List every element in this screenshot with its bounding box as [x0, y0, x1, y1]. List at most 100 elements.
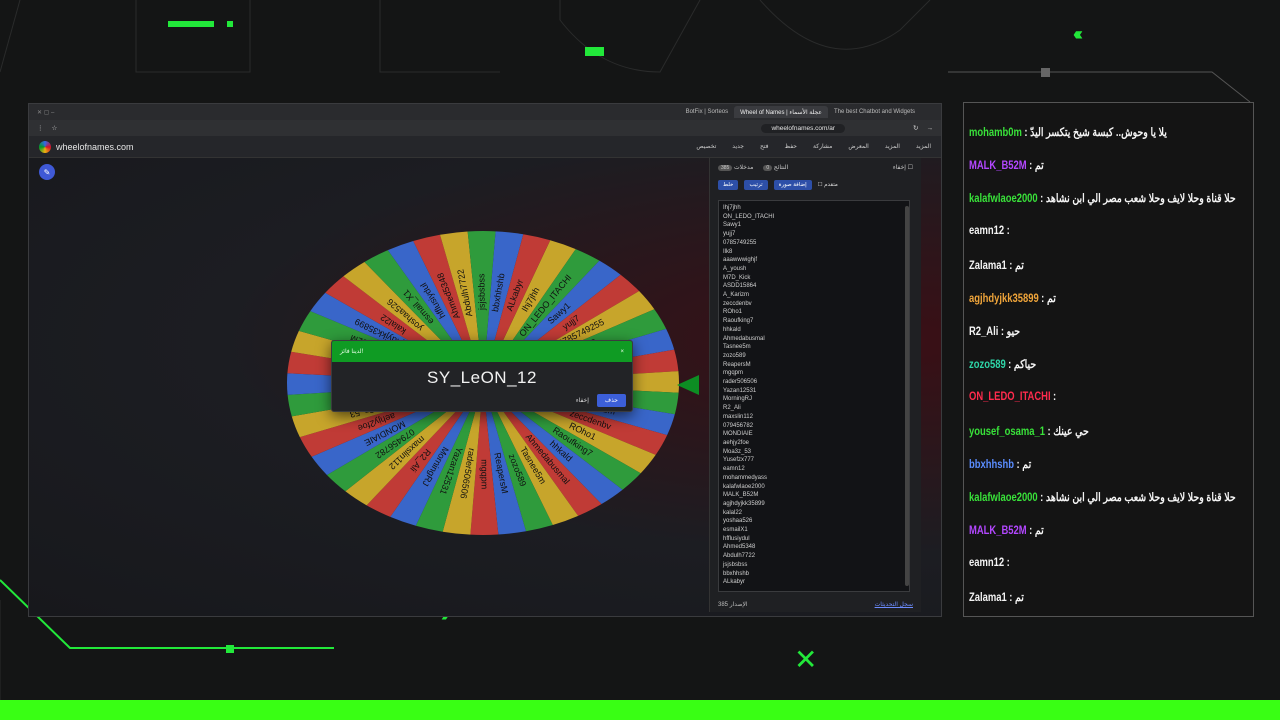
tab-label: The best Chatbot and Widgets	[833, 109, 915, 115]
decor-dot	[227, 21, 233, 27]
hide-toggle[interactable]: إخفاء ☐	[893, 164, 913, 171]
menu-item[interactable]: فتح	[760, 143, 769, 150]
entry-item: M7D_Kick	[723, 274, 751, 281]
entry-item: Raoufking7	[723, 318, 754, 325]
menu-item[interactable]: تخصيص	[696, 143, 716, 150]
entry-item: ASDD15864	[723, 283, 757, 290]
tab-entries[interactable]: 385 مدخلات	[718, 164, 753, 171]
chat-separator: :	[1006, 556, 1010, 569]
bottom-accent-bar	[0, 700, 1280, 720]
chat-message: Zalama1: تم	[969, 590, 1024, 604]
delete-button[interactable]: حذف	[596, 394, 626, 407]
entry-item: maxslin112	[723, 413, 753, 420]
chat-text: يلا يا وحوش.. كبسة شيخ يتكسر اليدّ	[1030, 127, 1167, 139]
entry-item: ReapersM	[723, 361, 751, 368]
add-image-button[interactable]: إضافة صورة	[773, 180, 812, 190]
entry-item: A_yoush	[723, 265, 747, 272]
winner-dialog: لدينا فائز! × SY_LeON_12 إخفاء حذف	[331, 340, 633, 412]
chat-username: Zalama1	[969, 259, 1007, 272]
entry-item: Abdulh7722	[723, 553, 756, 560]
tab-label: Wheel of Names | عجلة الأسماء	[740, 109, 822, 116]
entry-item: R2_Ali	[723, 405, 741, 412]
chat-text: تم	[1022, 459, 1032, 471]
sort-button[interactable]: ترتيب	[744, 180, 768, 190]
chat-text: حيو	[1006, 326, 1021, 339]
chat-message: mohamb0m: يلا يا وحوش.. كبسة شيخ يتكسر ا…	[969, 125, 1167, 139]
forward-icon[interactable]: →	[927, 125, 934, 132]
menu-item[interactable]: المزيد	[916, 143, 931, 150]
changelog-link[interactable]: سجل التحديثات	[875, 601, 913, 608]
entry-item: yujj7	[723, 231, 736, 238]
chat-text: حلا قناة وحلا لايف وحلا شعب مصر الي ابن …	[1045, 193, 1236, 206]
chat-username: zozo589	[969, 359, 1006, 372]
menu-item[interactable]: مشاركة	[813, 143, 832, 150]
chat-username: kalafwlaoe2000	[969, 193, 1038, 206]
chat-username: eamn12	[969, 556, 1005, 569]
menu-item[interactable]: حفظ	[785, 143, 797, 150]
entry-item: kalal22	[723, 509, 743, 516]
entry-item: zeccdenbv	[723, 300, 752, 307]
tab-bar: ✕ ▢ – BotFix | Sorteos Wheel of Names | …	[29, 104, 941, 120]
menu-item[interactable]: جديد	[732, 143, 744, 150]
hide-label: إخفاء	[892, 164, 906, 171]
entry-item: 079456782	[723, 422, 754, 429]
entry-item: Ilk8	[723, 248, 733, 255]
window-controls[interactable]: ✕ ▢ –	[29, 109, 62, 116]
chat-message: Zalama1: تم	[969, 258, 1024, 272]
entry-item: ON_LEDO_ITACHI	[723, 213, 775, 220]
menu-item[interactable]: المعرض	[848, 143, 868, 150]
chat-message: ON_LEDO_ITACHI:	[969, 391, 1056, 403]
chat-message: yousef_osama_1: حي عينك	[969, 424, 1089, 438]
entry-item: jsjsbsbss	[723, 561, 748, 568]
chat-box: mohamb0m: يلا يا وحوش.. كبسة شيخ يتكسر ا…	[963, 102, 1254, 617]
reload-icon[interactable]: ↻	[913, 124, 918, 132]
chat-username: MALK_B52M	[969, 525, 1027, 538]
entry-item: Tasnee5m	[723, 344, 751, 351]
tab-label: BotFix | Sorteos	[685, 109, 729, 115]
menu-dots-icon[interactable]: ⋮	[37, 124, 44, 132]
panel-footer: 385 الإصدار سجل التحديثات	[718, 601, 913, 608]
entry-item: Ahmed5348	[723, 544, 756, 551]
entries-textarea[interactable]: Ihj7jhh ON_LEDO_ITACHI Sawy1 yujj7 078574925…	[718, 200, 910, 592]
chat-message: zozo589: حياكم	[969, 357, 1036, 371]
chat-message: eamn12:	[969, 225, 1010, 237]
menu-item[interactable]: المزيد	[885, 143, 900, 150]
tab-chatbot[interactable]: The best Chatbot and Widgets	[828, 106, 921, 118]
chevrons-left-icon: ‹‹‹	[1073, 24, 1083, 44]
url-field[interactable]: wheelofnames.com/ar	[761, 123, 846, 133]
chat-username: eamn12	[969, 224, 1005, 237]
tab-results[interactable]: 0 النتائج	[763, 164, 788, 171]
top-menu: تخصيص جديد فتح حفظ مشاركة المعرض المزيد …	[696, 143, 931, 150]
entry-item: mohammedyass	[723, 474, 768, 481]
entry-item: rader506506	[723, 379, 758, 386]
entry-item: 0785749255	[723, 239, 757, 246]
wheel-label: mgqpm	[479, 459, 489, 489]
app-header: wheelofnames.com تخصيص جديد فتح حفظ مشار…	[29, 136, 941, 158]
edit-pencil-icon[interactable]: ✎	[39, 164, 55, 180]
version-label: الإصدار	[729, 602, 748, 608]
version-number: 385	[718, 602, 729, 608]
tab-botfix[interactable]: BotFix | Sorteos	[680, 106, 735, 118]
chat-text: حلا قناة وحلا لايف وحلا شعب مصر الي ابن …	[1045, 492, 1236, 505]
site-logo[interactable]: wheelofnames.com	[39, 140, 134, 153]
chat-username: bbxhhshb	[969, 459, 1015, 471]
chat-text: حياكم	[1013, 359, 1037, 372]
shuffle-button[interactable]: خلط	[718, 180, 739, 190]
entries-scrollbar[interactable]	[905, 206, 909, 586]
entry-item: agjhdyjkk35899	[723, 500, 765, 507]
close-icon[interactable]: ×	[620, 349, 624, 355]
stream-overlay: ‹‹‹ ›› ✕ ✕ ▢ – BotFix | Sorteos Wheel of…	[0, 0, 1280, 720]
entry-item: hhkald	[723, 326, 741, 333]
chat-separator: :	[1006, 224, 1010, 237]
remove-button[interactable]: إخفاء	[576, 397, 589, 404]
star-icon[interactable]: ☆	[52, 124, 58, 132]
results-count-badge: 0	[763, 164, 773, 171]
advanced-toggle[interactable]: ☐ متقدم	[818, 182, 838, 188]
tab-wheelofnames[interactable]: Wheel of Names | عجلة الأسماء	[734, 106, 828, 118]
entry-item: zozo589	[723, 352, 746, 359]
chat-username: mohamb0m	[969, 127, 1022, 139]
chat-text: تم	[1046, 293, 1056, 305]
chat-username: ON_LEDO_ITACHI	[969, 390, 1051, 403]
chat-message: agjhdyjkk35899: تم	[969, 291, 1056, 305]
entry-item: MONDIAIE	[723, 431, 753, 438]
